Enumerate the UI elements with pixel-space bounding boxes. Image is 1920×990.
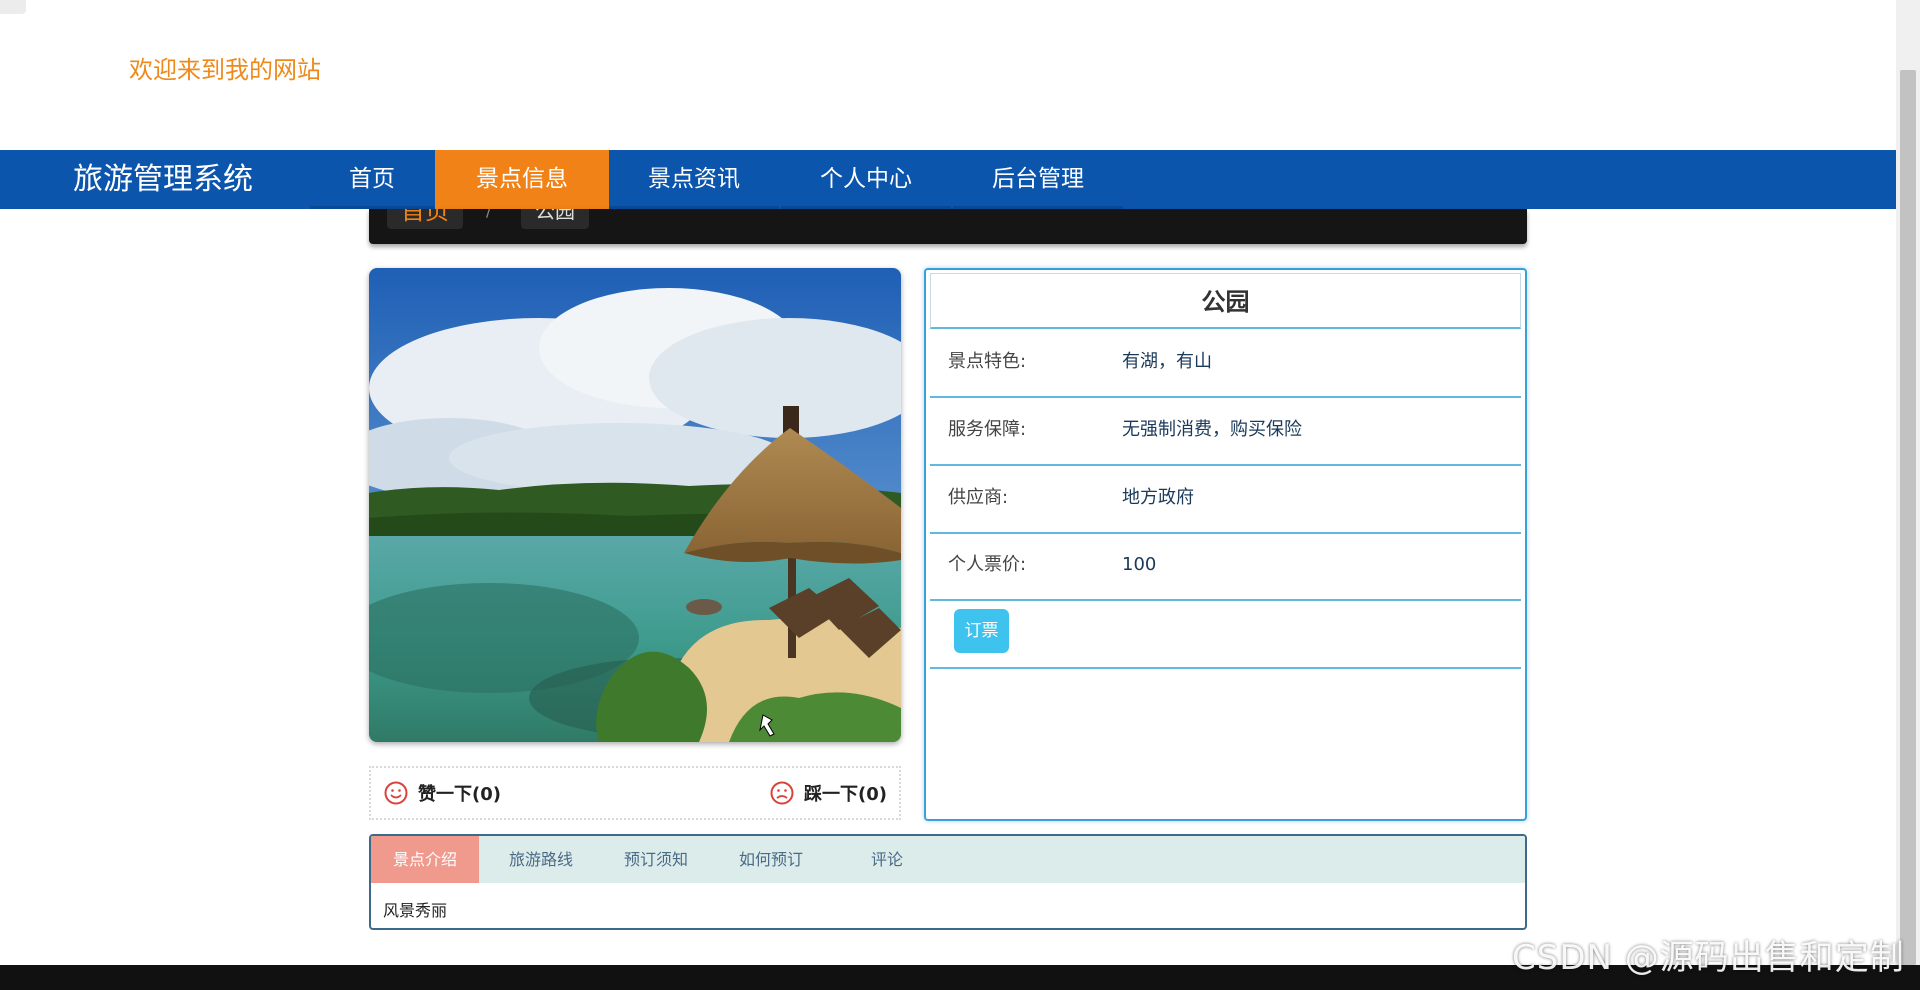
info-value: 有湖，有山 (1122, 351, 1212, 372)
breadcrumb-current: 公园 (521, 209, 589, 229)
info-row-supplier: 供应商: 地方政府 (930, 466, 1521, 534)
vertical-scrollbar[interactable] (1896, 0, 1920, 965)
info-row-price: 个人票价: 100 (930, 533, 1521, 601)
info-value: 无强制消费，购买保险 (1122, 419, 1302, 440)
like-button[interactable]: 赞一下(0) (384, 768, 501, 818)
nav-item-news[interactable]: 景点资讯 (609, 150, 779, 209)
tab-route[interactable]: 旅游路线 (487, 836, 595, 883)
nav-item-attractions[interactable]: 景点信息 (435, 150, 609, 209)
window-corner (0, 0, 26, 14)
nav-item-admin[interactable]: 后台管理 (953, 150, 1123, 209)
book-ticket-button[interactable]: 订票 (954, 609, 1009, 653)
tab-introduction[interactable]: 景点介绍 (371, 836, 479, 883)
info-label: 景点特色: (948, 351, 1027, 372)
tab-content: 风景秀丽 (383, 901, 448, 920)
info-value: 100 (1122, 554, 1157, 575)
nav-item-home[interactable]: 首页 (310, 150, 434, 209)
breadcrumb-separator: / (486, 209, 492, 220)
info-row-service: 服务保障: 无强制消费，购买保险 (930, 398, 1521, 466)
attraction-photo (369, 268, 901, 742)
attraction-image (369, 268, 901, 742)
info-label: 个人票价: (948, 554, 1027, 575)
info-label: 服务保障: (948, 419, 1027, 440)
site-brand[interactable]: 旅游管理系统 (73, 150, 253, 209)
detail-tabs-panel: 景点介绍 旅游路线 预订须知 如何预订 评论 风景秀丽 (369, 834, 1527, 930)
nav-item-profile[interactable]: 个人中心 (781, 150, 951, 209)
attraction-info-card: 公园 景点特色: 有湖，有山 服务保障: 无强制消费，购买保险 供应商: 地方政… (924, 268, 1527, 821)
tab-strip: 景点介绍 旅游路线 预订须知 如何预订 评论 (371, 836, 1525, 883)
frown-icon (770, 781, 794, 805)
breadcrumb: 首页 / 公园 (369, 209, 1527, 244)
main-navbar: 旅游管理系统 首页 景点信息 景点资讯 个人中心 后台管理 (0, 150, 1896, 209)
vote-bar: 赞一下(0) 踩一下(0) (369, 766, 901, 820)
like-label: 赞一下(0) (418, 784, 501, 805)
info-label: 供应商: (948, 487, 1009, 508)
watermark: CSDN @源码出售和定制 (1512, 938, 1905, 978)
dislike-label: 踩一下(0) (804, 784, 887, 805)
scrollbar-thumb[interactable] (1900, 70, 1916, 965)
attraction-name: 公园 (930, 273, 1521, 329)
tab-how-to-book[interactable]: 如何预订 (717, 836, 825, 883)
tab-comments[interactable]: 评论 (833, 836, 941, 883)
smile-icon (384, 781, 408, 805)
info-value: 地方政府 (1122, 487, 1194, 508)
info-row-actions: 订票 (930, 601, 1521, 669)
info-row-feature: 景点特色: 有湖，有山 (930, 330, 1521, 398)
breadcrumb-home[interactable]: 首页 (387, 209, 463, 229)
welcome-text: 欢迎来到我的网站 (129, 56, 321, 84)
dislike-button[interactable]: 踩一下(0) (770, 768, 887, 818)
tab-booking-notes[interactable]: 预订须知 (602, 836, 710, 883)
